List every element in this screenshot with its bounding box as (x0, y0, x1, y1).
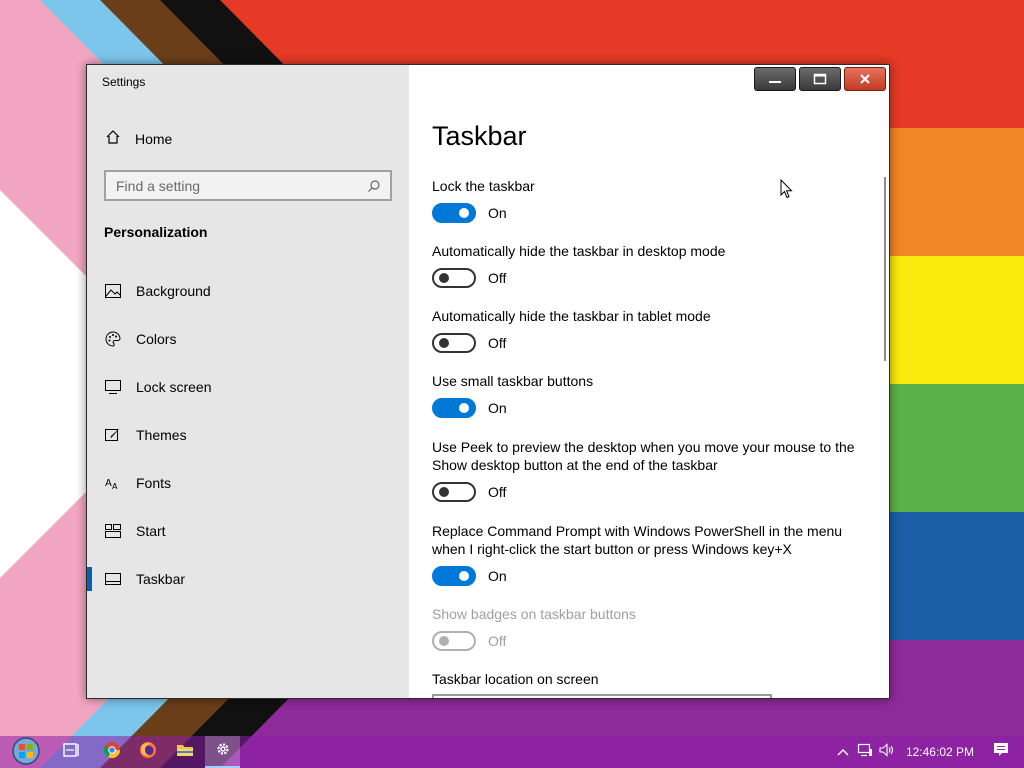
search-box[interactable] (104, 170, 392, 201)
sidebar-item-label: Fonts (136, 475, 172, 491)
setting-small-buttons: Use small taskbar buttons On (432, 372, 872, 418)
system-tray: 12:46:02 PM (832, 736, 1024, 768)
sidebar-item-themes[interactable]: Themes (87, 411, 409, 459)
peek-toggle[interactable] (432, 482, 476, 502)
file-explorer-icon (176, 742, 194, 763)
setting-taskbar-location: Taskbar location on screen (432, 670, 872, 688)
settings-window: Settings Home Personalization Background (86, 64, 890, 699)
setting-powershell: Replace Command Prompt with Windows Powe… (432, 522, 872, 586)
start-button[interactable] (6, 736, 46, 768)
notification-icon (993, 742, 1009, 763)
close-button[interactable] (844, 67, 886, 91)
small-buttons-toggle[interactable] (432, 398, 476, 418)
speaker-icon (879, 742, 895, 762)
show-hidden-icons-button[interactable] (832, 736, 854, 768)
sidebar-item-start[interactable]: Start (87, 507, 409, 555)
taskbar-icon (104, 570, 122, 588)
monitor-icon (104, 378, 122, 396)
settings-gear-icon (215, 741, 231, 762)
setting-lock-taskbar: Lock the taskbar On (432, 177, 872, 223)
brush-icon (104, 426, 122, 444)
svg-text:A: A (112, 482, 118, 490)
sidebar-item-label: Lock screen (136, 379, 212, 395)
autohide-tablet-toggle[interactable] (432, 333, 476, 353)
taskbar-clock[interactable]: 12:46:02 PM (906, 745, 974, 759)
toggle-state: On (488, 205, 507, 221)
network-button[interactable] (854, 736, 876, 768)
taskbar-location-dropdown[interactable] (432, 694, 772, 698)
chevron-up-icon (837, 743, 849, 761)
svg-text:A: A (105, 478, 112, 489)
setting-peek: Use Peek to preview the desktop when you… (432, 438, 872, 502)
settings-sidebar: Settings Home Personalization Background (87, 65, 409, 698)
section-heading-personalization: Personalization (104, 224, 208, 240)
taskbar-app-chrome[interactable] (96, 736, 128, 768)
toggle-state: Off (488, 633, 507, 649)
sidebar-item-lock-screen[interactable]: Lock screen (87, 363, 409, 411)
powershell-toggle[interactable] (432, 566, 476, 586)
mouse-cursor-icon (780, 178, 793, 204)
taskbar: 12:46:02 PM (0, 736, 1024, 768)
sidebar-item-colors[interactable]: Colors (87, 315, 409, 363)
palette-icon (104, 330, 122, 348)
setting-label: Replace Command Prompt with Windows Powe… (432, 523, 843, 557)
badges-toggle (432, 631, 476, 651)
taskbar-app-settings[interactable] (205, 736, 240, 768)
start-orb-icon (9, 735, 43, 768)
action-center-button[interactable] (990, 736, 1012, 768)
taskbar-app-file-explorer[interactable] (168, 736, 202, 768)
chrome-icon (103, 741, 121, 764)
setting-label: Automatically hide the taskbar in tablet… (432, 308, 711, 324)
sidebar-item-label: Taskbar (136, 571, 186, 587)
setting-badges: Show badges on taskbar buttons Off (432, 605, 872, 651)
sidebar-item-fonts[interactable]: AA Fonts (87, 459, 409, 507)
toggle-state: Off (488, 335, 507, 351)
sidebar-item-background[interactable]: Background (87, 267, 409, 315)
sidebar-item-label: Themes (136, 427, 187, 443)
home-label: Home (135, 131, 173, 147)
setting-label: Use small taskbar buttons (432, 373, 594, 389)
network-icon (857, 743, 873, 762)
task-view-button[interactable] (58, 736, 86, 768)
maximize-button[interactable] (799, 67, 841, 91)
setting-autohide-tablet: Automatically hide the taskbar in tablet… (432, 307, 872, 353)
task-view-icon (63, 742, 81, 763)
page-title: Taskbar (432, 121, 527, 151)
home-nav-item[interactable]: Home (105, 129, 172, 149)
setting-label: Use Peek to preview the desktop when you… (432, 439, 855, 473)
minimize-button[interactable] (754, 67, 796, 91)
setting-label: Taskbar location on screen (432, 671, 599, 687)
sidebar-item-label: Colors (136, 331, 177, 347)
toggle-state: On (488, 568, 507, 584)
sidebar-nav: Background Colors Lock screen Themes A A… (87, 267, 409, 603)
scrollbar[interactable] (884, 177, 886, 361)
sidebar-item-label: Start (136, 523, 166, 539)
toggle-state: On (488, 400, 507, 416)
image-icon (104, 282, 122, 300)
toggle-state: Off (488, 270, 507, 286)
home-icon (105, 129, 121, 150)
settings-main-pane: Taskbar Lock the taskbar On Automaticall… (409, 65, 889, 698)
sidebar-item-taskbar[interactable]: Taskbar (87, 555, 409, 603)
volume-button[interactable] (876, 736, 898, 768)
caption-buttons (754, 67, 886, 91)
setting-autohide-desktop: Automatically hide the taskbar in deskto… (432, 242, 872, 288)
taskbar-app-firefox[interactable] (132, 736, 164, 768)
window-title: Settings (102, 75, 146, 89)
close-icon (860, 74, 870, 84)
sidebar-item-label: Background (136, 283, 211, 299)
search-icon[interactable] (364, 176, 384, 196)
toggle-state: Off (488, 484, 507, 500)
autohide-desktop-toggle[interactable] (432, 268, 476, 288)
start-grid-icon (104, 522, 122, 540)
maximize-icon (813, 73, 827, 85)
setting-label: Automatically hide the taskbar in deskto… (432, 243, 726, 259)
lock-taskbar-toggle[interactable] (432, 203, 476, 223)
minimize-icon (769, 81, 781, 83)
setting-label: Show badges on taskbar buttons (432, 606, 636, 622)
firefox-icon (139, 741, 157, 764)
search-input[interactable] (116, 177, 364, 194)
setting-label: Lock the taskbar (432, 178, 535, 194)
font-icon: AA (104, 474, 122, 492)
